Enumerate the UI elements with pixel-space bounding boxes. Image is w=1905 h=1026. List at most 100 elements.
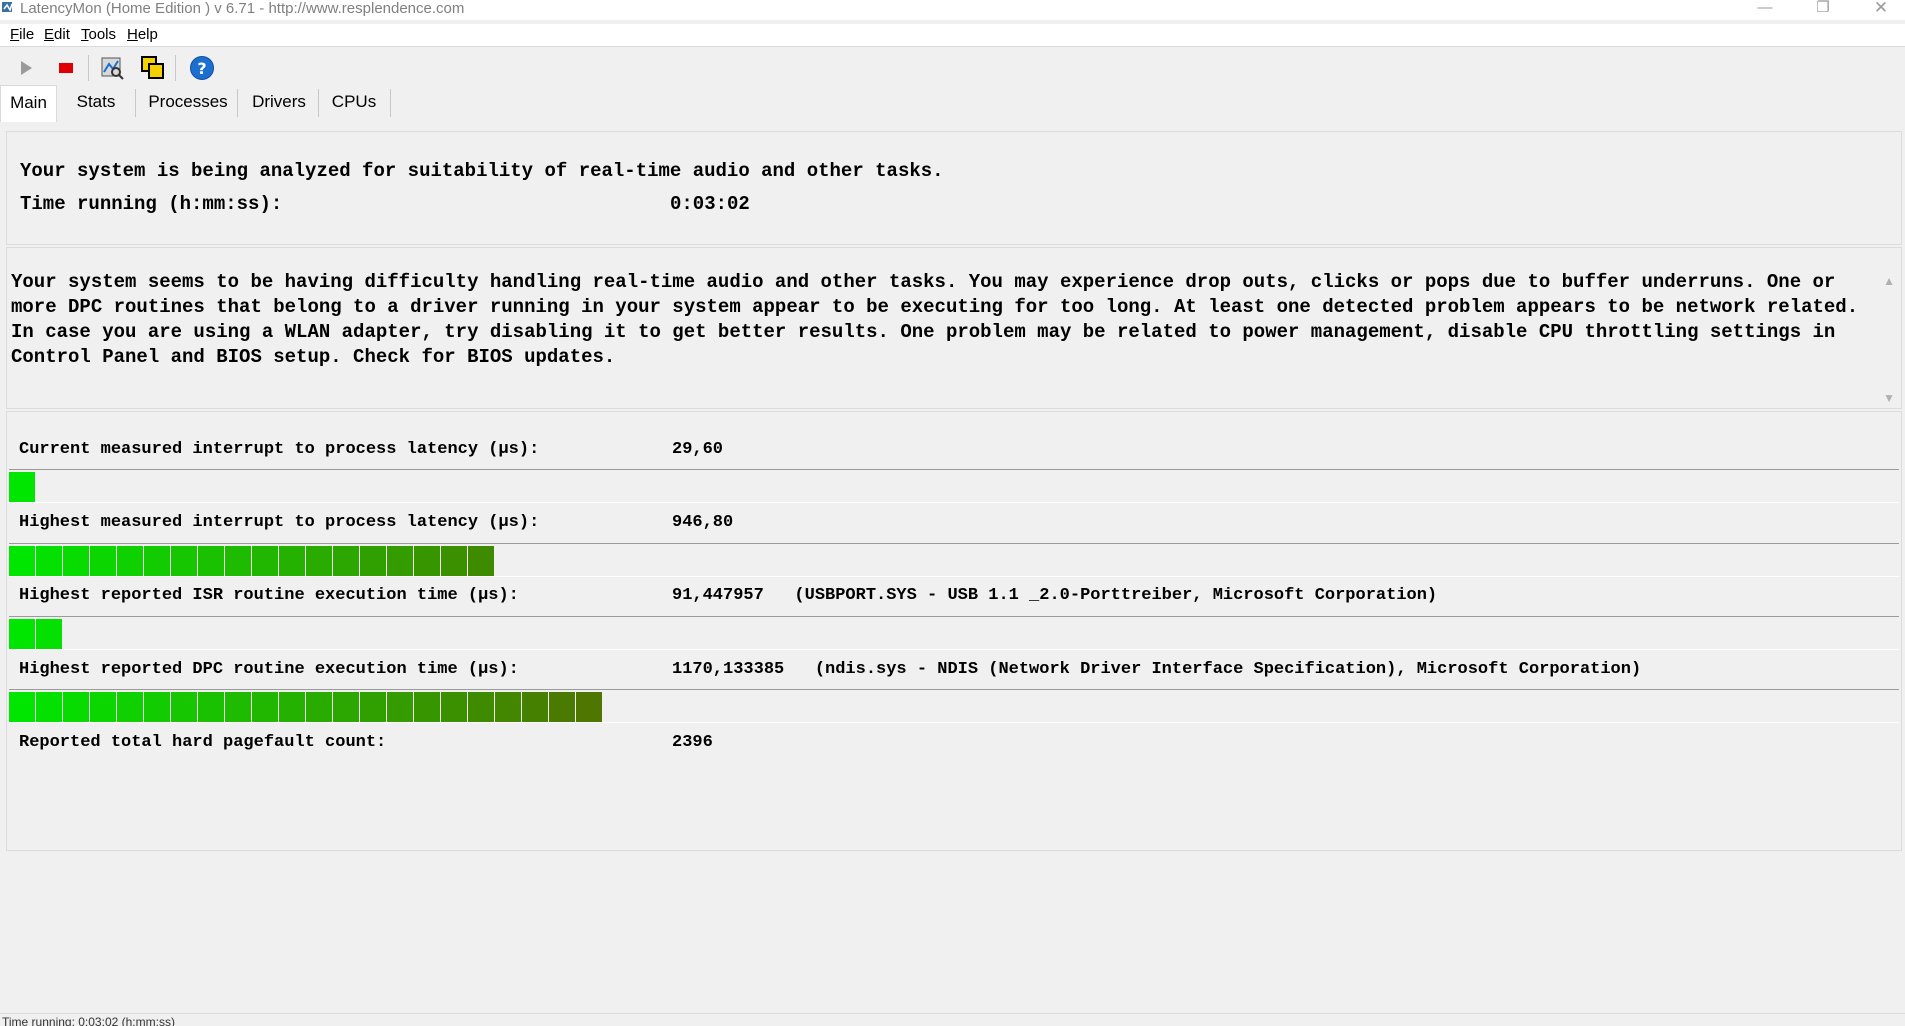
stop-icon	[59, 63, 73, 73]
meter-segment	[9, 472, 35, 502]
stop-button[interactable]	[52, 54, 80, 82]
tab-main[interactable]: Main	[0, 85, 57, 122]
meter-segment	[306, 546, 332, 576]
meter-segment	[9, 692, 35, 722]
current-latency-meter	[9, 469, 1899, 503]
meter-segment	[117, 692, 143, 722]
meter-segment	[387, 546, 413, 576]
meter-fill	[9, 619, 63, 649]
current-latency-label: Current measured interrupt to process la…	[19, 440, 540, 459]
tab-separator	[318, 89, 319, 117]
meter-segment	[225, 546, 251, 576]
play-icon	[21, 61, 32, 75]
current-latency-value: 29,60	[672, 440, 724, 459]
status-bar-text: Time running: 0:03:02 (h:mm:ss)	[2, 1015, 175, 1026]
dpc-time-meter	[9, 689, 1899, 723]
dpc-time-label: Highest reported DPC routine execution t…	[19, 660, 519, 679]
metrics-panel: Current measured interrupt to process la…	[6, 411, 1902, 851]
meter-segment	[36, 619, 62, 649]
tab-separator	[390, 89, 391, 117]
status-message: Your system is being analyzed for suitab…	[20, 160, 944, 182]
meter-segment	[144, 546, 170, 576]
meter-segment	[90, 546, 116, 576]
meter-segment	[495, 692, 521, 722]
meter-segment	[279, 546, 305, 576]
close-button[interactable]: ✕	[1853, 0, 1905, 20]
meter-segment	[36, 692, 62, 722]
status-panel: Your system is being analyzed for suitab…	[6, 131, 1902, 245]
tab-processes[interactable]: Processes	[142, 85, 234, 121]
meter-segment	[414, 546, 440, 576]
toolbar: ?	[0, 50, 1905, 86]
meter-fill	[9, 472, 36, 502]
meter-segment	[252, 692, 278, 722]
toolbar-separator	[88, 55, 89, 81]
app-icon	[2, 2, 13, 12]
scroll-up-arrow[interactable]: ▲	[1883, 274, 1895, 288]
minimize-button[interactable]: —	[1737, 0, 1793, 20]
status-bar: Time running: 0:03:02 (h:mm:ss)	[0, 1013, 1905, 1026]
meter-segment	[387, 692, 413, 722]
meter-fill	[9, 546, 495, 576]
analyze-icon	[101, 57, 124, 80]
help-button[interactable]: ?	[188, 54, 216, 82]
analyze-button[interactable]	[98, 54, 126, 82]
meter-segment	[9, 619, 35, 649]
menu-edit[interactable]: Edit	[44, 26, 70, 44]
highest-latency-value: 946,80	[672, 513, 734, 532]
meter-segment	[117, 546, 143, 576]
window-title: LatencyMon (Home Edition ) v 6.71 - http…	[20, 0, 465, 17]
meter-segment	[522, 692, 548, 722]
meter-segment	[225, 692, 251, 722]
meter-segment	[549, 692, 575, 722]
tab-bar: Main Stats Processes Drivers CPUs	[0, 85, 1905, 122]
meter-segment	[144, 692, 170, 722]
scroll-down-arrow[interactable]: ▼	[1883, 391, 1895, 405]
highest-latency-label: Highest measured interrupt to process la…	[19, 513, 540, 532]
menu-help[interactable]: Help	[127, 26, 158, 44]
tab-stats[interactable]: Stats	[64, 85, 128, 121]
tab-cpus[interactable]: CPUs	[324, 85, 384, 121]
meter-segment	[198, 692, 224, 722]
meter-segment	[198, 546, 224, 576]
meter-segment	[333, 546, 359, 576]
meter-segment	[306, 692, 332, 722]
pagefault-value: 2396	[672, 733, 713, 752]
toolbar-separator	[175, 55, 176, 81]
tab-separator	[237, 89, 238, 117]
play-button[interactable]	[12, 54, 40, 82]
meter-segment	[252, 546, 278, 576]
title-bar: LatencyMon (Home Edition ) v 6.71 - http…	[0, 0, 1905, 20]
svg-text:?: ?	[197, 59, 206, 78]
meter-segment	[441, 546, 467, 576]
meter-segment	[171, 546, 197, 576]
analysis-panel: Your system seems to be having difficult…	[6, 247, 1902, 409]
meter-segment	[468, 546, 494, 576]
isr-time-value: 91,447957 (USBPORT.SYS - USB 1.1 _2.0-Po…	[672, 586, 1438, 605]
meter-segment	[576, 692, 602, 722]
menu-bar: File Edit Tools Help	[0, 24, 1905, 47]
meter-segment	[63, 546, 89, 576]
meter-fill	[9, 692, 603, 722]
meter-segment	[468, 692, 494, 722]
tab-drivers[interactable]: Drivers	[243, 85, 315, 121]
meter-segment	[414, 692, 440, 722]
pagefault-label: Reported total hard pagefault count:	[19, 733, 387, 752]
menu-tools[interactable]: Tools	[81, 26, 116, 44]
copy-button[interactable]	[139, 54, 167, 82]
time-running-label: Time running (h:mm:ss):	[20, 193, 283, 215]
help-icon: ?	[190, 56, 214, 80]
meter-segment	[360, 546, 386, 576]
menu-file[interactable]: File	[10, 26, 34, 44]
maximize-button[interactable]: ❐	[1795, 0, 1851, 20]
meter-segment	[441, 692, 467, 722]
dpc-time-value: 1170,133385 (ndis.sys - NDIS (Network Dr…	[672, 660, 1642, 679]
time-running-value: 0:03:02	[670, 193, 750, 215]
isr-time-label: Highest reported ISR routine execution t…	[19, 586, 519, 605]
meter-segment	[279, 692, 305, 722]
meter-segment	[90, 692, 116, 722]
copy-icon	[141, 56, 164, 79]
meter-segment	[333, 692, 359, 722]
meter-segment	[171, 692, 197, 722]
isr-time-meter	[9, 616, 1899, 650]
